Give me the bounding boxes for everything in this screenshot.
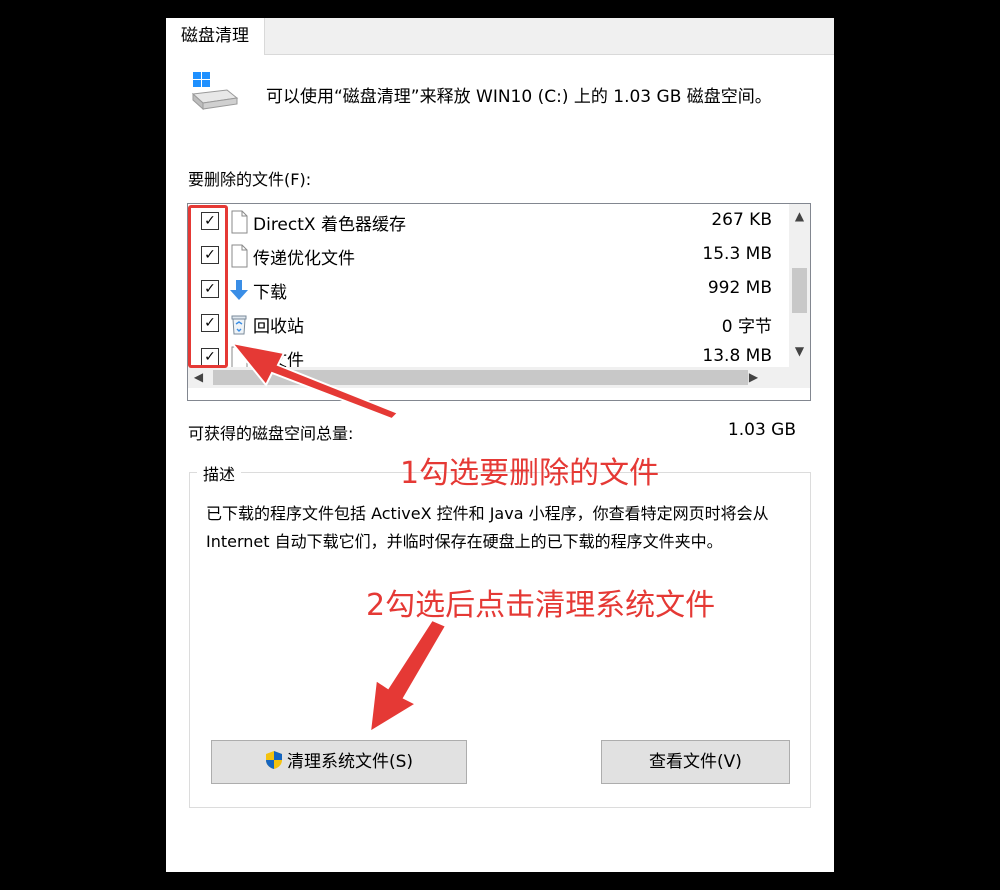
- checkbox-highlight-box: [188, 205, 228, 368]
- view-files-button[interactable]: 查看文件(V): [601, 740, 790, 784]
- drive-icon: [191, 72, 239, 111]
- annotation-step1: 1勾选要删除的文件: [400, 456, 660, 491]
- file-size: 992 MB: [707, 278, 772, 298]
- scroll-right-icon[interactable]: ▶: [743, 370, 764, 384]
- vertical-scroll-thumb[interactable]: [792, 268, 807, 313]
- disk-cleanup-window: 磁盘清理 可以使用“磁盘清理”来释放 WIN10 (C:) 上的 1.03 GB…: [166, 18, 834, 872]
- files-to-delete-label: 要删除的文件(F):: [188, 170, 312, 189]
- file-icon: [231, 244, 248, 268]
- scroll-down-icon[interactable]: ▼: [789, 344, 810, 358]
- tab-strip: 磁盘清理: [166, 18, 834, 55]
- recycle-bin-icon: [231, 315, 247, 335]
- description-title: 描述: [197, 461, 242, 485]
- annotation-arrow-2-icon: [368, 620, 448, 734]
- scroll-left-icon[interactable]: ◀: [188, 370, 209, 384]
- file-name: DirectX 着色器缓存: [253, 215, 406, 235]
- clean-system-files-label: 清理系统文件(S): [286, 752, 414, 772]
- intro-text: 可以使用“磁盘清理”来释放 WIN10 (C:) 上的 1.03 GB 磁盘空间…: [266, 87, 772, 107]
- list-item[interactable]: ✓ 下载 992 MB: [188, 274, 786, 307]
- download-arrow-icon: [230, 280, 248, 300]
- clean-system-files-button[interactable]: 清理系统文件(S): [211, 740, 467, 784]
- annotation-step2: 2勾选后点击清理系统文件: [366, 588, 716, 623]
- file-size: 267 KB: [711, 210, 772, 230]
- vertical-scrollbar[interactable]: ▲ ▼: [789, 204, 810, 367]
- uac-shield-icon: [265, 751, 282, 769]
- annotation-arrow-1-icon: [229, 341, 400, 420]
- description-text: 已下载的程序文件包括 ActiveX 控件和 Java 小程序，你查看特定网页时…: [206, 504, 769, 551]
- file-name: 回收站: [253, 317, 304, 337]
- scroll-up-icon[interactable]: ▲: [789, 209, 810, 223]
- total-space-label: 可获得的磁盘空间总量:: [188, 424, 354, 443]
- file-size: 13.8 MB: [702, 346, 772, 366]
- list-item[interactable]: ✓ 传递优化文件 15.3 MB: [188, 240, 786, 273]
- file-size: 0 字节: [721, 317, 772, 337]
- list-item[interactable]: ✓ DirectX 着色器缓存 267 KB: [188, 206, 786, 239]
- file-icon: [231, 210, 248, 234]
- file-name: 下载: [253, 283, 287, 303]
- tab-disk-cleanup[interactable]: 磁盘清理: [166, 18, 265, 55]
- file-size: 15.3 MB: [702, 244, 772, 264]
- total-space-value: 1.03 GB: [727, 420, 796, 440]
- file-name: 传递优化文件: [253, 249, 355, 269]
